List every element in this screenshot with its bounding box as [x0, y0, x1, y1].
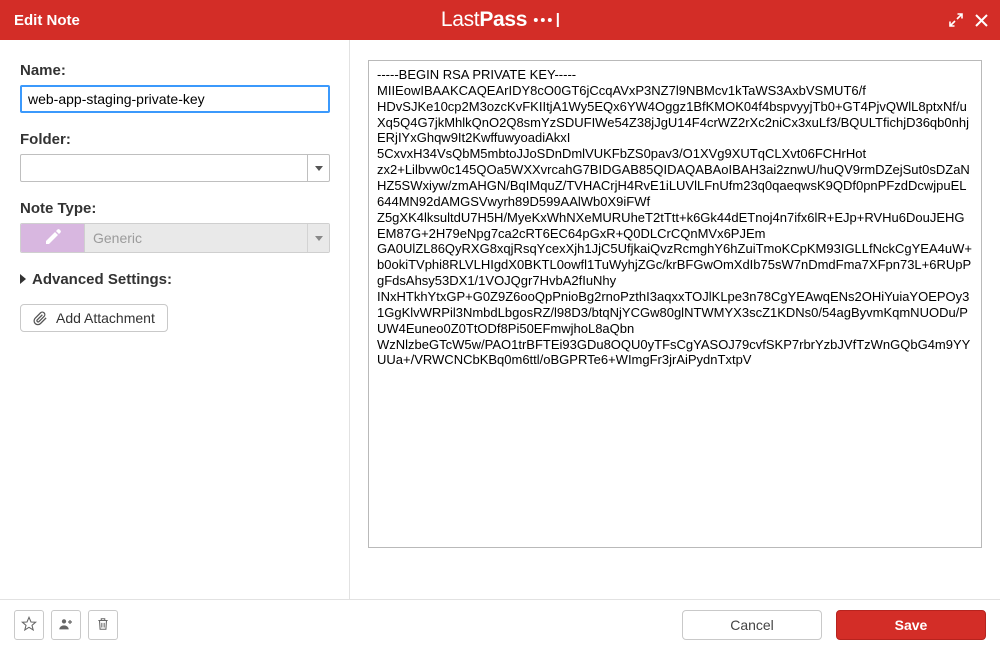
name-label: Name: [20, 62, 329, 79]
folder-label: Folder: [20, 131, 329, 148]
folder-value [21, 155, 307, 181]
advanced-settings-label: Advanced Settings: [32, 271, 172, 288]
note-type-dropdown[interactable]: Generic [85, 224, 329, 252]
advanced-settings-toggle[interactable]: Advanced Settings: [20, 271, 329, 288]
brand-first-word: Last [441, 8, 480, 31]
window-title: Edit Note [14, 12, 80, 29]
star-icon [21, 616, 37, 635]
chevron-down-icon[interactable] [307, 224, 329, 252]
brand-logo: LastPass [441, 8, 559, 32]
trash-icon [96, 616, 110, 635]
add-attachment-label: Add Attachment [56, 310, 155, 326]
chevron-right-icon [20, 271, 26, 288]
pencil-icon [44, 228, 62, 249]
expand-icon[interactable] [949, 13, 963, 27]
close-icon[interactable] [975, 14, 988, 27]
note-type-value: Generic [85, 230, 307, 246]
folder-dropdown[interactable] [20, 154, 330, 182]
add-attachment-button[interactable]: Add Attachment [20, 304, 168, 332]
name-input[interactable] [20, 85, 330, 113]
favorite-button[interactable] [14, 610, 44, 640]
note-type-label: Note Type: [20, 200, 329, 217]
right-pane [350, 40, 1000, 599]
chevron-down-icon[interactable] [307, 155, 329, 181]
note-type-color[interactable] [21, 224, 85, 252]
brand-dots-icon [534, 13, 559, 27]
save-button[interactable]: Save [836, 610, 986, 640]
paperclip-icon [33, 311, 48, 326]
share-button[interactable] [51, 610, 81, 640]
cancel-button[interactable]: Cancel [682, 610, 822, 640]
delete-button[interactable] [88, 610, 118, 640]
note-content-textarea[interactable] [368, 60, 982, 548]
left-pane: Name: Folder: Note Type: [0, 40, 350, 599]
brand-second-word: Pass [479, 8, 527, 31]
share-user-icon [58, 616, 74, 635]
